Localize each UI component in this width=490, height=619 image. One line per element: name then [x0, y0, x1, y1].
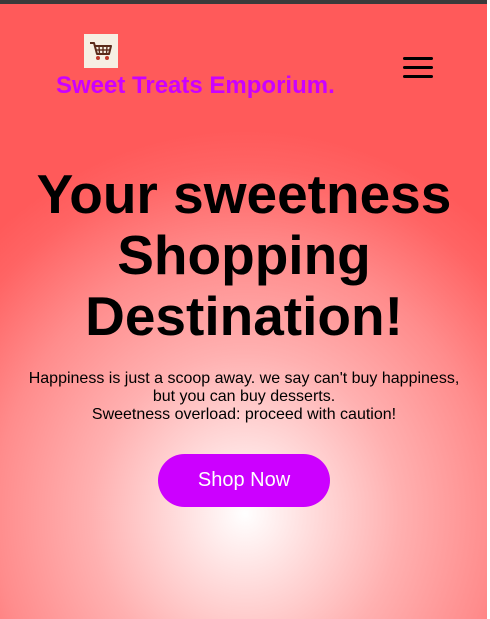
- hero-title-line: Shopping: [117, 224, 371, 286]
- brand-name[interactable]: Sweet Treats Emporium.: [56, 72, 335, 100]
- menu-bar: [403, 57, 433, 60]
- shopping-cart-icon: [90, 42, 112, 60]
- hero-description: Happiness is just a scoop away. we say c…: [0, 370, 488, 424]
- menu-bar: [403, 66, 433, 69]
- hero-text-line: Happiness is just a scoop away. we say c…: [28, 370, 460, 387]
- hero-title-line: Your sweetness: [36, 163, 452, 225]
- menu-bar: [403, 75, 433, 78]
- hero-title: Your sweetness Shopping Destination!: [0, 164, 488, 347]
- hero-text-line: Sweetness overload: proceed with caution…: [91, 406, 397, 423]
- logo[interactable]: [84, 34, 118, 68]
- hamburger-menu-icon[interactable]: [403, 55, 435, 81]
- hero-title-line: Destination!: [85, 285, 403, 347]
- window-top-border: [0, 0, 490, 4]
- shop-now-button[interactable]: Shop Now: [158, 454, 330, 507]
- hero-text-line: but you can buy desserts.: [152, 388, 336, 405]
